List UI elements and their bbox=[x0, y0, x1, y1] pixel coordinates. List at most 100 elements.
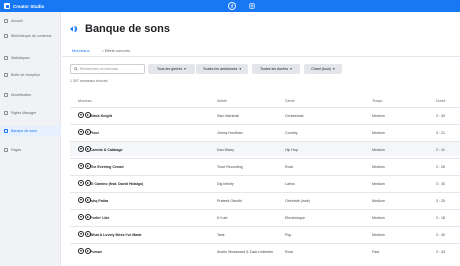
duration-filter-dropdown[interactable]: Toutes les durées ▾ bbox=[252, 64, 300, 74]
track-tempo: Medium bbox=[372, 130, 385, 135]
sidebar-item-bibliotheque[interactable]: Bibliothèque de contenus bbox=[0, 34, 61, 38]
search-icon bbox=[74, 67, 78, 71]
track-duration: 2 : 40 bbox=[436, 232, 445, 237]
track-duration: 2 : 43 bbox=[436, 249, 445, 254]
brand[interactable]: Creator Studio bbox=[0, 3, 44, 9]
column-header-tempo[interactable]: Tempo bbox=[372, 99, 383, 103]
tab-label: Effets sonores bbox=[104, 48, 131, 53]
download-icon[interactable] bbox=[78, 248, 84, 254]
track-tempo: Fast bbox=[372, 249, 379, 254]
download-icon[interactable] bbox=[78, 197, 84, 203]
chevron-down-icon: ▾ bbox=[184, 67, 186, 71]
main-content: Banque de sons Morceaux ♪ Effets sonores… bbox=[62, 12, 460, 266]
track-genre: Rock bbox=[285, 164, 294, 169]
track-duration: 2 : 18 bbox=[436, 215, 445, 220]
track-title: Feelin' Like bbox=[90, 215, 110, 220]
sidebar-item-label: Accueil bbox=[11, 19, 23, 23]
table-row[interactable]: Black Knight Sam Marshall Orchestrale Me… bbox=[70, 107, 460, 122]
divider bbox=[62, 56, 460, 57]
download-icon[interactable] bbox=[78, 231, 84, 237]
column-header-title[interactable]: Morceau bbox=[78, 99, 92, 103]
track-title: Black Knight bbox=[90, 113, 112, 118]
sidebar-item-accueil[interactable]: Accueil bbox=[0, 19, 61, 23]
track-artist: Trout Recording bbox=[217, 164, 243, 169]
table-row[interactable]: Feelin' Like K+Lab Électronique Medium 2… bbox=[70, 209, 460, 224]
track-title: Floor bbox=[90, 130, 99, 135]
download-icon[interactable] bbox=[78, 129, 84, 135]
track-genre: Orchestrale bbox=[285, 113, 304, 118]
column-header-duration[interactable]: Durée bbox=[436, 99, 446, 103]
track-duration: 3 : 21 bbox=[436, 130, 445, 135]
sidebar-item-statistiques[interactable]: Statistiques bbox=[0, 56, 61, 60]
result-count: 1 307 morceaux trouvés bbox=[70, 79, 108, 83]
sidebar-item-label: Bibliothèque de contenus bbox=[11, 34, 52, 38]
sidebar-item-label: Monétisation bbox=[11, 93, 32, 97]
filter-label: Chant (tous) bbox=[311, 67, 331, 71]
search-placeholder: Recherchez un morceau bbox=[80, 67, 119, 71]
table-row[interactable]: Pursue Austin Woodward & Zack Ledbetter … bbox=[70, 243, 460, 258]
track-genre: Orientale (Inde) bbox=[285, 198, 310, 203]
sidebar-item-pages[interactable]: Pages bbox=[0, 148, 61, 152]
table-row[interactable]: Floor Jimmy Houlihan Country Medium 3 : … bbox=[70, 124, 460, 139]
library-icon bbox=[4, 34, 8, 38]
track-genre: Électronique bbox=[285, 215, 305, 220]
track-tempo: Medium bbox=[372, 164, 385, 169]
sound-icon bbox=[70, 25, 78, 33]
download-icon[interactable] bbox=[78, 180, 84, 186]
pages-icon bbox=[4, 148, 8, 152]
track-genre: Rock bbox=[285, 249, 294, 254]
money-icon bbox=[4, 93, 8, 97]
track-artist: Jimmy Houlihan bbox=[217, 130, 243, 135]
facebook-icon[interactable] bbox=[228, 2, 236, 10]
track-artist: Dan Warry bbox=[217, 147, 235, 152]
track-genre: Pop bbox=[285, 232, 292, 237]
track-title: Carrots & Cabbage bbox=[90, 147, 123, 152]
table-row[interactable]: The Evening Crowd Trout Recording Rock M… bbox=[70, 158, 460, 173]
track-duration: 2 : 49 bbox=[436, 113, 445, 118]
column-header-genre[interactable]: Genre bbox=[285, 99, 295, 103]
page-title: Banque de sons bbox=[85, 23, 170, 35]
track-duration: 2 : 26 bbox=[436, 164, 445, 169]
creator-studio-logo-icon bbox=[4, 3, 10, 9]
sidebar-item-label: Pages bbox=[11, 148, 22, 152]
track-tempo: Medium bbox=[372, 147, 385, 152]
track-artist: Dig Infinity bbox=[217, 181, 234, 186]
genre-filter-dropdown[interactable]: Tous les genres ▾ bbox=[148, 64, 195, 74]
download-icon[interactable] bbox=[78, 214, 84, 220]
track-tempo: Medium bbox=[372, 232, 385, 237]
sidebar-item-boite-reception[interactable]: Boîte de réception bbox=[0, 73, 61, 77]
track-tempo: Medium bbox=[372, 113, 385, 118]
table-row[interactable]: What A Lovely Mess I've Made Tank Pop Me… bbox=[70, 226, 460, 241]
sound-icon bbox=[4, 129, 8, 133]
track-tempo: Medium bbox=[372, 198, 385, 203]
track-genre: Country bbox=[285, 130, 298, 135]
rights-icon bbox=[4, 111, 8, 115]
mood-filter-dropdown[interactable]: Toutes les ambiances ▾ bbox=[196, 64, 248, 74]
table-row[interactable]: Carrots & Cabbage Dan Warry Hip Hop Medi… bbox=[70, 141, 460, 156]
table-row[interactable]: Ishq Fatira Prateek Gandhi Orientale (In… bbox=[70, 192, 460, 207]
chevron-down-icon: ▾ bbox=[332, 67, 335, 71]
download-icon[interactable] bbox=[78, 163, 84, 169]
download-icon[interactable] bbox=[78, 112, 84, 118]
vocals-filter-dropdown[interactable]: Chant (tous) ▾ bbox=[304, 64, 342, 74]
chevron-down-icon: ▾ bbox=[290, 67, 292, 71]
sidebar-item-label: Rights Manager bbox=[11, 111, 37, 115]
track-genre: Hip Hop bbox=[285, 147, 298, 152]
inbox-icon bbox=[4, 73, 8, 77]
sidebar-item-monetisation[interactable]: Monétisation bbox=[0, 93, 61, 97]
track-artist: Tank bbox=[217, 232, 225, 237]
top-bar: Creator Studio bbox=[0, 0, 460, 12]
sidebar-item-banque-de-sons[interactable]: Banque de sons bbox=[0, 126, 61, 136]
column-header-artist[interactable]: Artiste bbox=[217, 99, 227, 103]
sidebar-item-rights-manager[interactable]: Rights Manager bbox=[0, 111, 61, 115]
track-tempo: Medium bbox=[372, 181, 385, 186]
instagram-icon[interactable] bbox=[248, 2, 256, 10]
filter-label: Tous les genres bbox=[157, 67, 183, 71]
page-header: Banque de sons bbox=[70, 23, 170, 35]
track-duration: 3 : 30 bbox=[436, 181, 445, 186]
table-row[interactable]: El Camino (feat. David Hidalgo) Dig Infi… bbox=[70, 175, 460, 190]
download-icon[interactable] bbox=[78, 146, 84, 152]
chevron-down-icon: ▾ bbox=[239, 67, 242, 71]
search-input[interactable]: Recherchez un morceau bbox=[70, 64, 145, 74]
track-duration: 2 : 41 bbox=[436, 147, 445, 152]
